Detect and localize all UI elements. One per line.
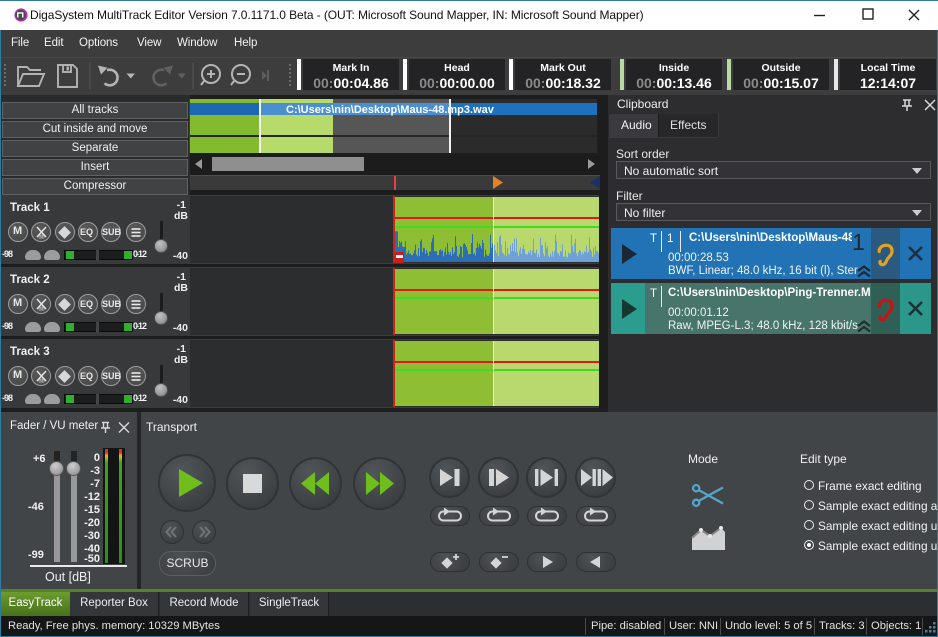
svg-text:db: db [38,235,44,241]
svg-text:db: db [38,379,44,385]
svg-text:db: db [38,307,44,313]
